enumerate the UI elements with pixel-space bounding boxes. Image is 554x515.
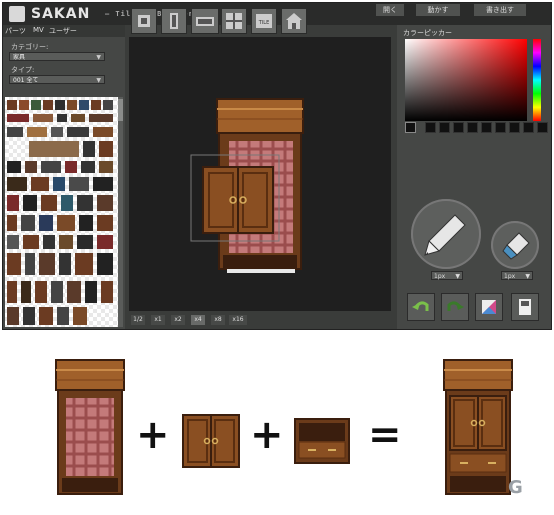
eraser-size-value: 1px xyxy=(504,273,516,280)
color-picker-field[interactable] xyxy=(405,39,527,121)
cabinet-preview-image xyxy=(190,98,304,273)
export-button[interactable]: 書き出す xyxy=(473,3,527,17)
pen-icon xyxy=(424,214,466,256)
zoom-x1[interactable]: x1 xyxy=(151,315,165,325)
zoom-half[interactable]: 1/2 xyxy=(131,315,145,325)
eraser-tool-button[interactable] xyxy=(491,221,539,269)
cabinet-tool-button[interactable] xyxy=(161,8,187,34)
cabinet-tool-icon xyxy=(170,13,178,29)
tab-parts[interactable]: パーツ xyxy=(5,26,26,36)
palette-button[interactable] xyxy=(475,293,503,321)
title-bar: SAKAN — Tileset Builder — 開く 動かす 書き出す xyxy=(3,3,551,25)
parts-tabs: パーツ MV ユーザー xyxy=(3,25,125,37)
parts-scrollbar[interactable] xyxy=(118,97,123,327)
type-label: タイプ: xyxy=(11,66,35,74)
color-swatch[interactable] xyxy=(523,122,534,133)
color-swatch[interactable] xyxy=(509,122,520,133)
save-button[interactable] xyxy=(511,293,539,321)
category-value: 家具 xyxy=(13,54,26,61)
chevron-down-icon: ▼ xyxy=(96,54,101,61)
color-swatch[interactable] xyxy=(453,122,464,133)
color-picker-title: カラーピッカー xyxy=(403,29,452,37)
undo-button[interactable] xyxy=(407,293,435,321)
drawing-canvas[interactable] xyxy=(129,37,391,311)
color-swatch[interactable] xyxy=(439,122,450,133)
color-swatch[interactable] xyxy=(467,122,478,133)
plus-sign-2: + xyxy=(250,412,284,458)
assembled-cabinet-image xyxy=(443,359,513,495)
pen-tool-button[interactable] xyxy=(411,199,481,269)
current-color-swatch[interactable] xyxy=(405,122,416,133)
open-button[interactable]: 開く xyxy=(375,3,405,17)
zoom-x16[interactable]: x16 xyxy=(229,315,247,325)
app-title: SAKAN xyxy=(31,6,91,22)
tab-mv[interactable]: MV xyxy=(33,26,44,34)
sakan-logo-icon xyxy=(9,6,25,22)
type-select[interactable]: 001 全て ▼ xyxy=(9,75,105,84)
hue-slider[interactable] xyxy=(533,39,541,121)
zoom-x8[interactable]: x8 xyxy=(211,315,225,325)
tile-label: TILE xyxy=(258,20,269,26)
color-swatch[interactable] xyxy=(481,122,492,133)
home-tool-button[interactable] xyxy=(281,8,307,34)
home-tool-icon xyxy=(286,13,302,29)
move-button[interactable]: 動かす xyxy=(415,3,461,17)
equals-sign: = xyxy=(368,412,402,458)
chevron-down-icon: ▼ xyxy=(455,273,460,280)
palette-icon xyxy=(482,300,496,314)
chevron-down-icon: ▼ xyxy=(525,273,530,280)
app-window: SAKAN — Tileset Builder — 開く 動かす 書き出す パー… xyxy=(2,2,552,330)
cabinet-drawer-part-image xyxy=(294,418,350,464)
redo-button[interactable] xyxy=(441,293,469,321)
parts-tile-grid[interactable] xyxy=(5,97,121,327)
color-swatch[interactable] xyxy=(495,122,506,133)
tile-tool-icon: TILE xyxy=(256,14,272,28)
furniture-tiles-image xyxy=(7,100,113,325)
zoom-x2[interactable]: x2 xyxy=(171,315,185,325)
composition-illustration: + + = xyxy=(0,334,554,515)
redo-icon xyxy=(447,301,464,311)
category-select[interactable]: 家具 ▼ xyxy=(9,52,105,61)
save-icon xyxy=(519,299,531,315)
type-value: 001 全て xyxy=(13,77,39,84)
category-label: カテゴリー: xyxy=(11,43,49,51)
eraser-icon xyxy=(502,232,530,260)
pen-size-select[interactable]: 1px ▼ xyxy=(431,271,463,280)
pen-size-value: 1px xyxy=(434,273,446,280)
pencil-tool-button[interactable] xyxy=(131,8,157,34)
tile-tool-button[interactable]: TILE xyxy=(251,8,277,34)
grid-tool-button[interactable] xyxy=(221,8,247,34)
color-panel: カラーピッカー 1px ▼ 1px ▼ xyxy=(397,25,551,329)
eraser-size-select[interactable]: 1px ▼ xyxy=(501,271,533,280)
cabinet-doors-part-image xyxy=(182,414,240,468)
scrollbar-thumb[interactable] xyxy=(118,99,123,121)
cabinet-frame-part-image xyxy=(55,359,125,495)
color-swatch[interactable] xyxy=(425,122,436,133)
undo-icon xyxy=(412,301,429,311)
pencil-tool-icon xyxy=(138,15,150,27)
zoom-bar: 1/2 x1 x2 x4 x8 x16 xyxy=(129,313,391,327)
copy-tool-icon xyxy=(196,17,214,26)
copy-tool-button[interactable] xyxy=(191,8,219,34)
parts-panel: パーツ MV ユーザー カテゴリー: 家具 ▼ タイプ: 001 全て ▼ xyxy=(3,25,125,329)
grid-tool-icon xyxy=(226,13,242,29)
watermark-logo: G xyxy=(508,477,523,498)
chevron-down-icon: ▼ xyxy=(96,77,101,84)
zoom-x4[interactable]: x4 xyxy=(191,315,205,325)
color-swatch[interactable] xyxy=(537,122,548,133)
tab-user[interactable]: ユーザー xyxy=(49,26,77,36)
plus-sign-1: + xyxy=(136,412,170,458)
